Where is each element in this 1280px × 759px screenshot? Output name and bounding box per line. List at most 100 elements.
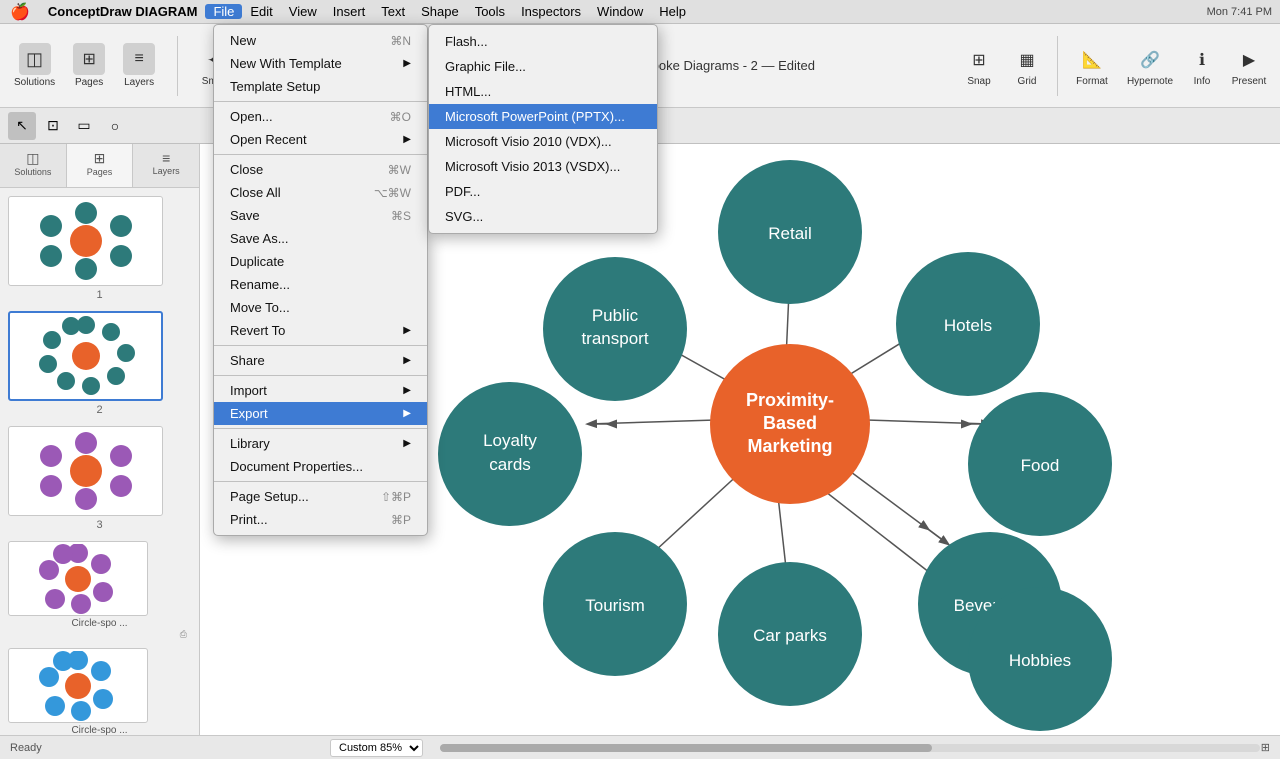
menu-revert-to[interactable]: Revert To ▶ — [214, 319, 427, 342]
export-html[interactable]: HTML... — [429, 79, 657, 104]
center-circle[interactable] — [710, 344, 870, 504]
sub-thumb-2[interactable]: Circle-spo ... ⎙ — [8, 648, 191, 735]
svg-text:Tourism: Tourism — [585, 596, 645, 615]
menu-export[interactable]: Export ▶ — [214, 402, 427, 425]
menu-text[interactable]: Text — [373, 4, 413, 19]
export-graphic-file[interactable]: Graphic File... — [429, 54, 657, 79]
menu-document-properties[interactable]: Document Properties... — [214, 455, 427, 478]
circle-car-parks[interactable] — [718, 562, 862, 706]
menu-view[interactable]: View — [281, 4, 325, 19]
zoom-select[interactable]: Custom 85% 50% 75% 100% 125% 150% — [330, 739, 423, 757]
svg-text:Hotels: Hotels — [944, 316, 992, 335]
export-pdf[interactable]: PDF... — [429, 179, 657, 204]
menu-template-setup[interactable]: Template Setup — [214, 75, 427, 98]
ellipse-tool[interactable]: ○ — [101, 112, 129, 140]
grid-button[interactable]: ▦ Grid — [1005, 40, 1049, 91]
circle-beverage[interactable] — [918, 532, 1062, 676]
solutions-tab[interactable]: ◫ Solutions — [0, 144, 67, 187]
resize-handle[interactable]: ⊞ — [1261, 741, 1270, 754]
layers-tab[interactable]: ≡ Layers — [133, 144, 199, 187]
apple-menu[interactable]: 🍎 — [0, 2, 40, 22]
menu-new[interactable]: New ⌘N — [214, 29, 427, 52]
menu-inspectors[interactable]: Inspectors — [513, 4, 589, 19]
export-vsdx[interactable]: Microsoft Visio 2013 (VSDX)... — [429, 154, 657, 179]
sub-thumb-1-label: Circle-spo ... — [8, 618, 191, 629]
select-tool[interactable]: ↖ — [8, 112, 36, 140]
menu-tools[interactable]: Tools — [467, 4, 513, 19]
page-thumb-1[interactable] — [8, 196, 163, 286]
select-rect-tool[interactable]: ⊡ — [39, 112, 67, 140]
svg-text:Loyalty: Loyalty — [483, 431, 537, 450]
sep-1 — [214, 101, 427, 102]
panel-tabs: ◫ Solutions ⊞ Pages ≡ Layers — [0, 144, 199, 188]
time-display: Mon 7:41 PM — [1207, 6, 1272, 18]
menu-file[interactable]: File — [205, 4, 242, 19]
sep-3 — [214, 345, 427, 346]
rect-tool[interactable]: ▭ — [70, 112, 98, 140]
layers-button[interactable]: ≡ Layers — [115, 39, 163, 92]
menu-open[interactable]: Open... ⌘O — [214, 105, 427, 128]
app-name[interactable]: ConceptDraw DIAGRAM — [40, 4, 206, 19]
svg-text:Hobbies: Hobbies — [1009, 651, 1071, 670]
menu-close-all[interactable]: Close All ⌥⌘W — [214, 181, 427, 204]
svg-text:Based: Based — [763, 413, 817, 433]
page-item-1[interactable]: 1 — [8, 196, 191, 301]
page-thumb-3[interactable] — [8, 426, 163, 516]
svg-text:Beverage: Beverage — [954, 596, 1027, 615]
menu-share[interactable]: Share ▶ — [214, 349, 427, 372]
ready-status: Ready — [10, 742, 42, 754]
scrollbar-horizontal[interactable] — [440, 744, 1260, 752]
pages-list: 1 2 — [0, 188, 199, 735]
menu-save[interactable]: Save ⌘S — [214, 204, 427, 227]
svg-text:Proximity-: Proximity- — [746, 390, 834, 410]
page-item-3[interactable]: 3 — [8, 426, 191, 531]
solutions-button[interactable]: ◫ Solutions — [6, 39, 63, 92]
svg-text:Car parks: Car parks — [753, 626, 827, 645]
circle-hotels[interactable] — [896, 252, 1040, 396]
circle-loyalty-cards[interactable] — [438, 382, 582, 526]
page-thumb-2[interactable] — [8, 311, 163, 401]
statusbar: Ready Custom 85% 50% 75% 100% 125% 150% … — [0, 735, 1280, 759]
info-button[interactable]: ℹ Info — [1182, 40, 1222, 91]
page-num-1: 1 — [8, 289, 191, 301]
left-panel: ◫ Solutions ⊞ Pages ≡ Layers — [0, 144, 200, 735]
menu-print[interactable]: Print... ⌘P — [214, 508, 427, 531]
format-button[interactable]: 📐 Format — [1066, 40, 1118, 91]
export-submenu: Flash... Graphic File... HTML... Microso… — [428, 24, 658, 234]
menu-page-setup[interactable]: Page Setup... ⇧⌘P — [214, 485, 427, 508]
sub-thumb-1[interactable]: Circle-spo ... ⎙ — [8, 541, 191, 640]
circle-tourism[interactable] — [543, 532, 687, 676]
menu-shape[interactable]: Shape — [413, 4, 467, 19]
menu-edit[interactable]: Edit — [242, 4, 280, 19]
circle-retail[interactable] — [718, 160, 862, 304]
svg-text:Retail: Retail — [768, 224, 811, 243]
menu-window[interactable]: Window — [589, 4, 651, 19]
hypernote-button[interactable]: 🔗 Hypernote — [1120, 40, 1180, 91]
pages-tab[interactable]: ⊞ Pages — [67, 144, 134, 187]
menu-duplicate[interactable]: Duplicate — [214, 250, 427, 273]
zoom-control[interactable]: Custom 85% 50% 75% 100% 125% 150% — [330, 739, 423, 757]
menu-open-recent[interactable]: Open Recent ▶ — [214, 128, 427, 151]
divider-2 — [1057, 36, 1058, 96]
file-menu: New ⌘N New With Template ▶ Template Setu… — [213, 24, 428, 536]
menu-close[interactable]: Close ⌘W — [214, 158, 427, 181]
export-vdx[interactable]: Microsoft Visio 2010 (VDX)... — [429, 129, 657, 154]
circle-hobbies[interactable] — [968, 587, 1112, 731]
menu-rename[interactable]: Rename... — [214, 273, 427, 296]
circle-public-transport[interactable] — [543, 257, 687, 401]
menu-insert[interactable]: Insert — [325, 4, 374, 19]
menu-import[interactable]: Import ▶ — [214, 379, 427, 402]
export-flash[interactable]: Flash... — [429, 29, 657, 54]
snap-button[interactable]: ⊞ Snap — [955, 40, 1003, 91]
export-pptx[interactable]: Microsoft PowerPoint (PPTX)... — [429, 104, 657, 129]
circle-food[interactable] — [968, 392, 1112, 536]
menu-help[interactable]: Help — [651, 4, 694, 19]
menu-library[interactable]: Library ▶ — [214, 432, 427, 455]
menu-new-with-template[interactable]: New With Template ▶ — [214, 52, 427, 75]
present-button[interactable]: ▶ Present — [1224, 40, 1274, 91]
pages-button[interactable]: ⊞ Pages — [65, 39, 113, 92]
export-svg[interactable]: SVG... — [429, 204, 657, 229]
page-item-2[interactable]: 2 — [8, 311, 191, 416]
menu-save-as[interactable]: Save As... — [214, 227, 427, 250]
menu-move-to[interactable]: Move To... — [214, 296, 427, 319]
